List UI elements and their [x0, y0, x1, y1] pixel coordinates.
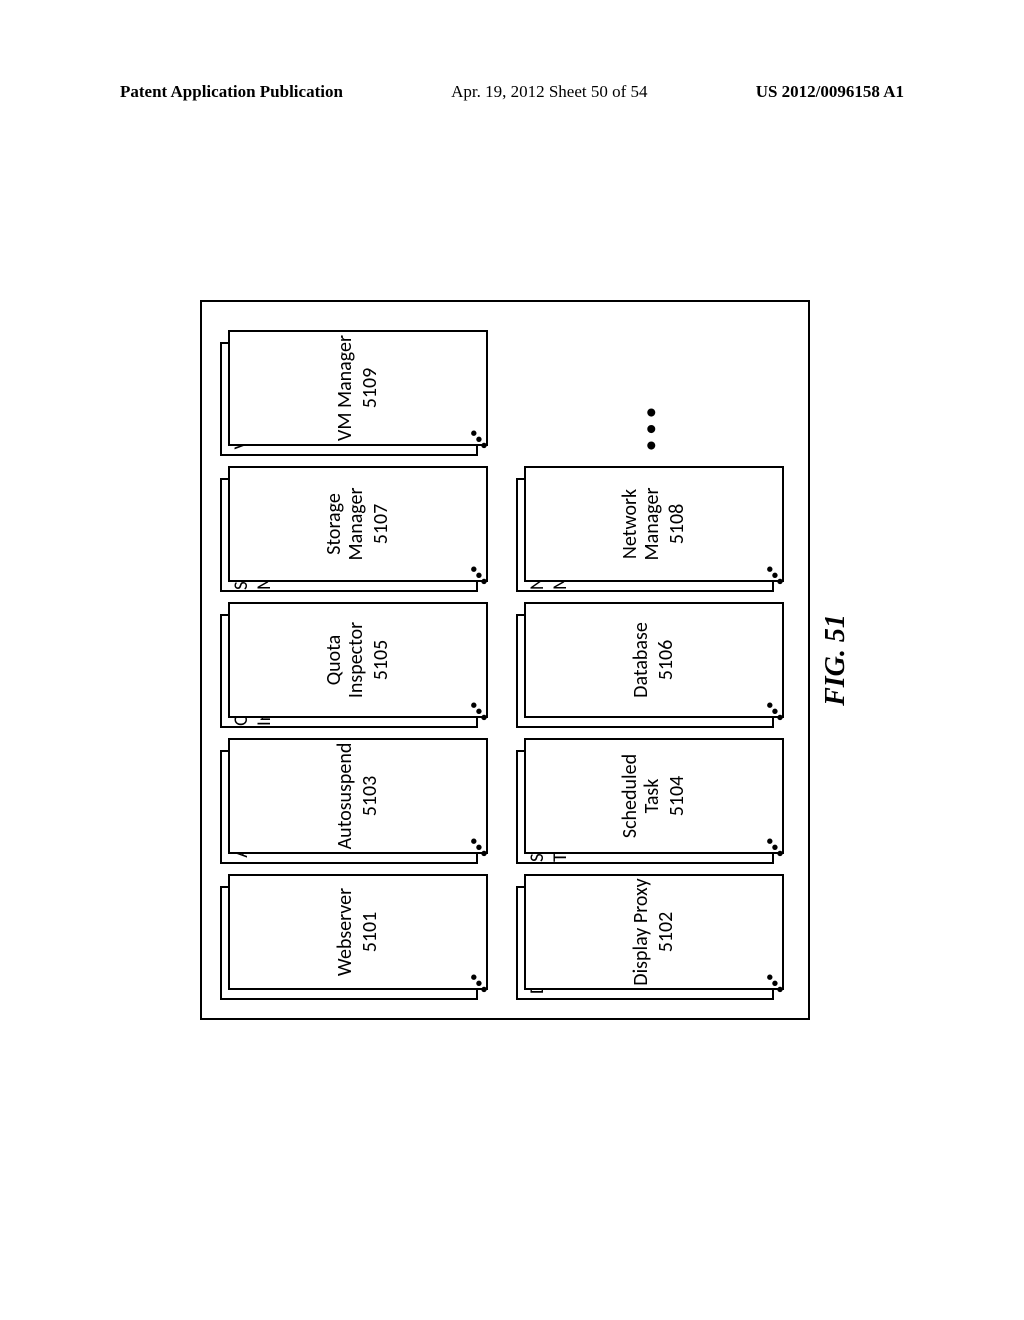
box-quota-inspector: Quota Inspector Quota Inspector 5105 •••	[220, 602, 492, 728]
box-label: Database	[630, 622, 652, 698]
box-database: Database Database 5106 •••	[516, 602, 788, 728]
box-label: Webserver	[334, 888, 356, 976]
box-scheduled-task-front: Scheduled Task 5104	[524, 738, 784, 854]
box-display-proxy: Display Proxy Display Proxy 5102 •••	[516, 874, 788, 1000]
box-ref: 5104	[665, 776, 689, 817]
figure-sheet: Webserver Webserver 5101 ••• Autosuspend…	[200, 300, 810, 1020]
box-label: VM Manager	[334, 335, 356, 441]
box-label: Autosuspend	[334, 743, 356, 850]
box-ref: 5101	[358, 912, 382, 953]
diagram-row-2: Display Proxy Display Proxy 5102 ••• Sch…	[516, 320, 788, 1000]
box-label: Scheduled Task	[619, 740, 664, 852]
diagram-row-1: Webserver Webserver 5101 ••• Autosuspend…	[220, 320, 492, 1000]
box-label: Storage Manager	[323, 468, 368, 580]
figure-caption: FIG. 51	[820, 614, 852, 706]
box-network-manager-front: Network Manager 5108	[524, 466, 784, 582]
header-right: US 2012/0096158 A1	[756, 82, 904, 102]
box-vm-manager-front: VM Manager 5109	[228, 330, 488, 446]
diagram-grid: Webserver Webserver 5101 ••• Autosuspend…	[220, 320, 788, 1000]
header-center: Apr. 19, 2012 Sheet 50 of 54	[451, 82, 647, 102]
box-quota-inspector-front: Quota Inspector 5105	[228, 602, 488, 718]
rotated-figure: Webserver Webserver 5101 ••• Autosuspend…	[200, 300, 810, 1020]
page-header: Patent Application Publication Apr. 19, …	[0, 82, 1024, 102]
box-ref: 5102	[654, 912, 678, 953]
box-ref: 5103	[358, 776, 382, 817]
box-storage-manager-front: Storage Manager 5107	[228, 466, 488, 582]
box-label: Display Proxy	[630, 878, 652, 985]
box-label: Network Manager	[619, 468, 664, 580]
box-ref: 5108	[665, 504, 689, 545]
box-vm-manager: VM Manager VM Manager 5109 •••	[220, 330, 492, 456]
box-display-proxy-front: Display Proxy 5102	[524, 874, 784, 990]
box-ref: 5109	[358, 368, 382, 409]
box-database-front: Database 5106	[524, 602, 784, 718]
box-ref: 5107	[369, 504, 393, 545]
ellipsis-icon: •••	[516, 396, 788, 456]
header-left: Patent Application Publication	[120, 82, 343, 102]
box-ref: 5106	[654, 640, 678, 681]
box-storage-manager: Storage Manager Storage Manager 5107 •••	[220, 466, 492, 592]
box-network-manager: Network Manager Network Manager 5108 •••	[516, 466, 788, 592]
box-scheduled-task: Scheduled Task Scheduled Task 5104 •••	[516, 738, 788, 864]
box-autosuspend: Autosuspend Autosuspend 5103 •••	[220, 738, 492, 864]
box-label: Quota Inspector	[323, 604, 368, 716]
box-ref: 5105	[369, 640, 393, 681]
box-autosuspend-front: Autosuspend 5103	[228, 738, 488, 854]
box-webserver: Webserver Webserver 5101 •••	[220, 874, 492, 1000]
box-webserver-front: Webserver 5101	[228, 874, 488, 990]
